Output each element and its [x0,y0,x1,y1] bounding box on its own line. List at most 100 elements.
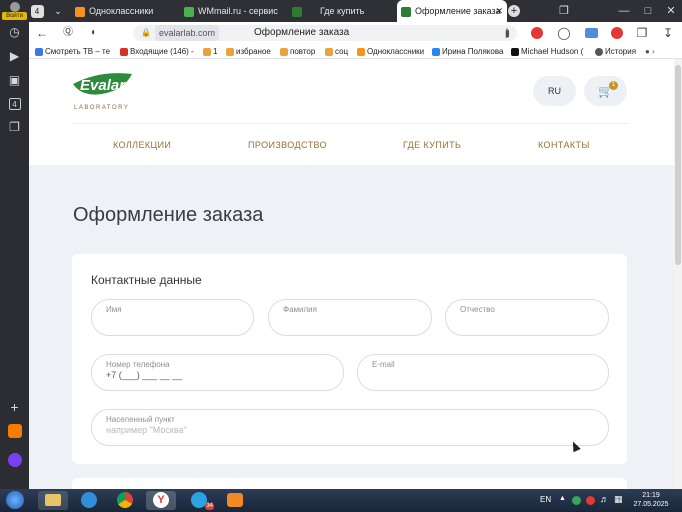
tab-odnoklassniki[interactable]: Одноклассники [75,0,171,22]
city-field[interactable]: Населенный пункт например "Москва" [91,409,609,446]
tray-up-icon[interactable]: ▲ [559,495,566,502]
chrome-icon[interactable] [110,491,140,510]
alice-icon[interactable] [6,452,23,469]
site-header: Evalar LABORATORY RU 🛒 1 КОЛЛЕКЦИИ ПРОИЗ… [29,59,674,165]
more-bookmarks-icon[interactable]: ● › [645,44,655,58]
url-field[interactable]: 🔒 evalarlab.com Оформление заказа ▮ [133,25,517,41]
scrollbar-thumb[interactable] [675,65,681,265]
bookmark-item[interactable]: соц [325,44,348,58]
new-tab-button[interactable]: + [507,0,521,22]
nav-production[interactable]: ПРОИЗВОДСТВО [248,140,327,150]
language-button[interactable]: RU [533,76,576,106]
wmmail-icon [184,6,194,17]
bookmark-item[interactable]: Входящие (146) - [120,44,194,58]
url-domain: evalarlab.com [155,25,220,41]
evalar-icon [292,6,302,17]
lock-icon: 🔒 [141,28,151,37]
tv-icon [35,47,43,56]
mail-icon[interactable] [6,423,23,440]
camera-icon[interactable]: ▣ [6,72,23,89]
close-tab-icon[interactable]: ✕ [495,0,503,22]
field-label: Фамилия [283,305,317,314]
tab-counter[interactable]: 4 [29,0,45,22]
email-field[interactable]: E-mail [357,354,609,391]
patronymic-field[interactable]: Отчество [445,299,609,336]
download-icon[interactable]: ↧ [660,25,676,41]
field-label: Отчество [460,305,495,314]
x-icon [511,47,519,56]
cart-count-badge: 1 [609,81,618,90]
login-label: Войти [2,12,27,20]
page-title: Оформление заказа [73,204,264,226]
extension-icon-3[interactable] [609,25,625,41]
clock-date: 27.05.2025 [633,501,669,508]
address-bar: ← Ⓠ ◐ 🔒 evalarlab.com Оформление заказа … [29,22,682,44]
tab-wmmail[interactable]: WMmail.ru - сервис по [184,0,280,22]
folder-icon [325,47,333,56]
nav-contacts[interactable]: КОНТАКТЫ [538,140,590,150]
play-icon[interactable]: ▶ [6,48,23,65]
collections-icon[interactable]: ❐ [6,119,23,136]
maximize-icon[interactable]: □ [637,0,659,22]
field-label: Номер телефона [106,360,170,369]
nav-where-to-buy[interactable]: ГДЕ КУПИТЬ [403,140,461,150]
network-icon[interactable]: ▦ [614,494,623,505]
tab-checkout[interactable]: Оформление заказа ✕ [397,0,507,22]
bookmark-item[interactable]: избраное [226,44,271,58]
telegram-icon[interactable]: 34 [184,491,214,510]
taskbar: Y 34 EN ▲ ♬ ▦ 21:19 27.05.2025 [0,489,682,512]
field-label: Имя [106,305,122,314]
nav-collections[interactable]: КОЛЛЕКЦИИ [113,140,171,150]
language-indicator[interactable]: EN [540,495,551,504]
extension-icon[interactable] [529,25,545,41]
minimize-icon[interactable]: — [613,0,635,22]
tabs-count-icon[interactable]: 4 [6,95,23,112]
first-name-field[interactable]: Имя [91,299,254,336]
bookmark-item[interactable]: История [595,44,636,58]
profile-button[interactable]: Войти [2,2,27,20]
vk-icon [432,47,440,56]
collections-window-icon[interactable]: ❐ [553,0,575,22]
extension-icon-2[interactable] [583,25,599,41]
evalar-logo[interactable]: Evalar LABORATORY [72,70,134,116]
bookmark-item[interactable]: 1 [203,44,217,58]
bookmark-item[interactable]: Ирина Полякова [432,44,503,58]
clock-time: 21:19 [642,492,660,499]
yandex-browser-icon[interactable]: Y [146,491,176,510]
page-scrollbar[interactable] [674,59,682,489]
header-divider [72,123,629,124]
tab-list-button[interactable]: ⌄ [51,0,65,22]
gmail-icon [120,47,128,56]
start-button[interactable] [2,491,28,510]
tray-app-icon[interactable] [572,496,581,505]
history-icon[interactable]: ◷ [6,24,23,41]
security-icon[interactable]: ◐ [86,25,102,41]
more-icon[interactable]: ⋮ [499,25,515,41]
telegram-badge: 34 [205,503,214,510]
bookmark-item[interactable]: Одноклассники [357,44,424,58]
media-player-icon[interactable] [220,491,250,510]
tray-app-icon-2[interactable] [586,496,595,505]
cart-button[interactable]: 🛒 1 [584,76,627,106]
bookmark-item[interactable]: Michael Hudson ( [511,44,583,58]
ok-icon [357,47,365,56]
tab-where-to-buy[interactable]: Где купить [292,0,392,22]
back-icon[interactable]: ← [34,25,50,41]
share-icon[interactable]: ❐ [634,25,650,41]
explorer-icon[interactable] [38,491,68,510]
last-name-field[interactable]: Фамилия [268,299,432,336]
add-icon[interactable]: + [6,399,23,416]
close-window-icon[interactable]: ✕ [660,0,682,22]
bookmark-item[interactable]: Смотреть ТВ – те [35,44,110,58]
ok-icon [75,6,85,17]
field-label: Населенный пункт [106,415,175,424]
browser-sidebar: Войти ◷ ▶ ▣ 4 ❐ + [0,0,29,489]
clock[interactable]: 21:19 27.05.2025 [628,491,674,509]
bookmark-item[interactable]: повтор [280,44,315,58]
browser-globe-icon[interactable] [74,491,104,510]
yandex-icon[interactable]: Ⓠ [60,25,76,41]
protect-icon[interactable]: ◯ [556,25,572,41]
phone-field[interactable]: Номер телефона +7 (___) ___ __ __ [91,354,344,391]
volume-icon[interactable]: ♬ [600,494,609,504]
next-section-card [72,478,627,489]
